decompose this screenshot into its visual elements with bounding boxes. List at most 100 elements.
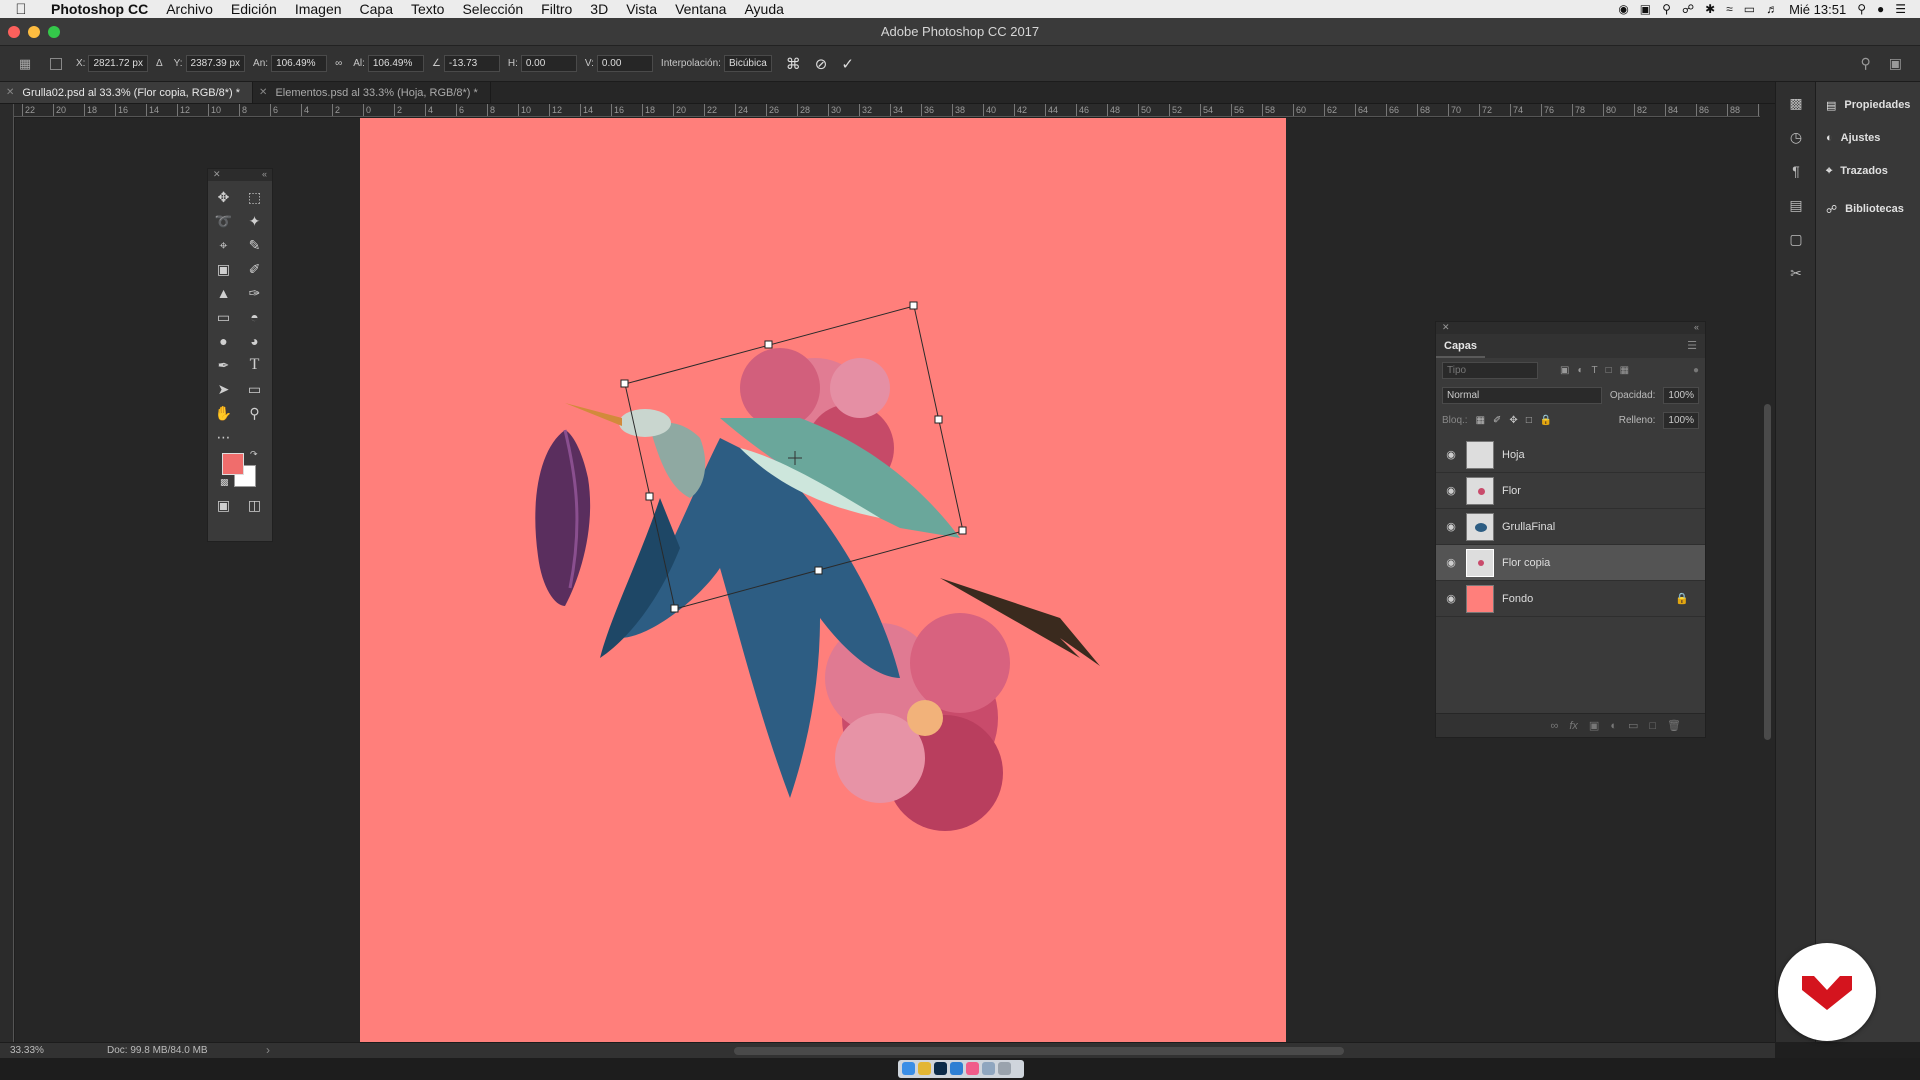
default-colors-icon[interactable]: ▩ <box>220 477 229 488</box>
menu-3d[interactable]: 3D <box>581 0 617 18</box>
commit-transform-icon[interactable]: ✓ <box>841 55 854 73</box>
new-layer-icon[interactable]: □ <box>1649 720 1656 732</box>
close-tab-icon[interactable]: ✕ <box>6 87 14 98</box>
eyedropper-tool-icon[interactable]: ✎ <box>245 235 265 255</box>
layer-style-icon[interactable]: fx <box>1569 720 1578 732</box>
link-icon[interactable]: ∞ <box>335 58 342 69</box>
workspace-icon[interactable]: ▣ <box>1889 55 1902 72</box>
notification-center-icon[interactable]: ☰ <box>1895 2 1906 16</box>
finder-icon[interactable] <box>902 1062 915 1075</box>
filter-type-icon[interactable]: T <box>1592 365 1598 376</box>
stamp-tool-icon[interactable]: ▲ <box>214 283 234 303</box>
blend-mode-select[interactable]: Normal <box>1442 387 1602 404</box>
screen-mode-icon[interactable]: ◫ <box>245 495 265 515</box>
lock-artboard-icon[interactable]: □ <box>1526 415 1532 426</box>
pen-tool-icon[interactable]: ✒ <box>214 355 234 375</box>
zoom-tool-icon[interactable]: ⚲ <box>245 403 265 423</box>
history-brush-tool-icon[interactable]: ✑ <box>245 283 265 303</box>
new-group-icon[interactable]: ▭ <box>1628 719 1638 732</box>
interpolation-select[interactable]: Bicúbica <box>723 55 772 72</box>
frame-tool-icon[interactable]: ▣ <box>214 259 234 279</box>
menu-filtro[interactable]: Filtro <box>532 0 581 18</box>
menu-vista[interactable]: Vista <box>617 0 666 18</box>
collapse-icon[interactable]: « <box>262 169 267 181</box>
close-tab-icon[interactable]: ✕ <box>259 87 267 98</box>
tab-grulla02[interactable]: ✕ Grulla02.psd al 33.3% (Flor copia, RGB… <box>0 82 254 103</box>
vertical-scrollbar[interactable] <box>1760 104 1775 1042</box>
tool-presets-icon[interactable]: ✂ <box>1776 256 1816 290</box>
layer-filter-input[interactable]: Tipo <box>1442 362 1538 379</box>
swap-colors-icon[interactable]: ↷ <box>250 449 258 460</box>
horizontal-scrollbar[interactable] <box>734 1047 1344 1055</box>
menu-imagen[interactable]: Imagen <box>286 0 351 18</box>
type-tool-icon[interactable]: T <box>245 355 265 375</box>
siri-icon[interactable]: ● <box>1877 2 1884 16</box>
menu-ayuda[interactable]: Ayuda <box>735 0 792 18</box>
width-field[interactable]: 106.49% <box>271 55 328 72</box>
rectangle-tool-icon[interactable]: ▭ <box>245 379 265 399</box>
menu-edicion[interactable]: Edición <box>222 0 286 18</box>
layers-panel-header[interactable]: ✕ « <box>1436 322 1705 334</box>
eraser-tool-icon[interactable]: ▭ <box>214 307 234 327</box>
blur-tool-icon[interactable]: ● <box>214 331 234 351</box>
airplay-icon[interactable]: ▭ <box>1744 2 1755 16</box>
reference-point-icon[interactable] <box>50 57 62 70</box>
notes-icon[interactable]: ▢ <box>1776 222 1816 256</box>
adjustment-layer-icon[interactable]: ◐ <box>1610 720 1617 732</box>
transform-tool-icon[interactable]: ▦ <box>0 56 50 72</box>
tools-panel-header[interactable]: ✕ « <box>208 169 272 181</box>
tab-capas[interactable]: Capas <box>1436 334 1486 358</box>
paint-bucket-tool-icon[interactable]: ◓ <box>245 307 265 327</box>
vertical-scroll-thumb[interactable] <box>1764 404 1771 740</box>
filter-smart-object-icon[interactable]: ▦ <box>1620 365 1629 376</box>
visibility-eye-icon[interactable]: ◉ <box>1436 520 1466 533</box>
bluetooth-icon[interactable]: ✱ <box>1705 2 1715 16</box>
add-mask-icon[interactable]: ▣ <box>1589 719 1599 732</box>
app-menu[interactable]: Photoshop CC <box>42 0 157 18</box>
hand-tool-icon[interactable]: ✋ <box>214 403 234 423</box>
filter-shape-icon[interactable]: □ <box>1606 365 1612 376</box>
layer-row-grullafinal[interactable]: ◉ GrullaFinal <box>1436 509 1705 545</box>
history-icon[interactable]: ◷ <box>1776 120 1816 154</box>
library-icon[interactable]: ▤ <box>1776 188 1816 222</box>
height-field[interactable]: 106.49% <box>367 55 424 72</box>
link-layers-icon[interactable]: ∞ <box>1551 720 1559 732</box>
panel-propiedades[interactable]: ▤ Propiedades <box>1816 86 1920 124</box>
histogram-icon[interactable]: ▩ <box>1776 86 1816 120</box>
preview-icon[interactable] <box>982 1062 995 1075</box>
marquee-tool-icon[interactable]: ⬚ <box>245 187 265 207</box>
location-icon[interactable]: ⚲ <box>1662 2 1671 16</box>
lock-all-icon[interactable]: 🔒 <box>1540 415 1552 426</box>
paragraph-icon[interactable]: ¶ <box>1776 154 1816 188</box>
wifi-icon[interactable]: ≈ <box>1726 2 1733 16</box>
lock-position-icon[interactable]: ✥ <box>1509 415 1517 426</box>
status-menu-arrow-icon[interactable]: › <box>266 1043 270 1057</box>
cancel-transform-icon[interactable]: ⊘ <box>815 55 828 73</box>
lock-transparent-icon[interactable]: ▦ <box>1476 415 1485 426</box>
clock[interactable]: Mié 13:51 <box>1789 2 1846 17</box>
delete-layer-icon[interactable]: 🗑 <box>1667 719 1681 732</box>
filter-pixel-icon[interactable]: ▣ <box>1560 365 1569 376</box>
filter-toggle-icon[interactable]: ● <box>1693 365 1699 376</box>
document-info[interactable]: Doc: 99.8 MB/84.0 MB <box>107 1045 208 1056</box>
vskew-field[interactable]: 0.00 <box>596 55 653 72</box>
collapse-icon[interactable]: « <box>1694 322 1699 334</box>
vertical-ruler[interactable] <box>0 104 14 1042</box>
menu-capa[interactable]: Capa <box>351 0 402 18</box>
horizontal-ruler[interactable]: 22 20 18 16 14 12 10 8 6 4 2 0 2 4 6 8 10 12 14 16 18 20 22 24 2… <box>14 104 1760 117</box>
trash-icon[interactable] <box>998 1062 1011 1075</box>
layer-row-hoja[interactable]: ◉ Hoja <box>1436 437 1705 473</box>
layer-row-flor-copia[interactable]: ◉ Flor copia <box>1436 545 1705 581</box>
visibility-eye-icon[interactable]: ◉ <box>1436 592 1466 605</box>
warp-icon[interactable]: ⌘ <box>786 55 801 73</box>
foreground-color-swatch[interactable] <box>222 453 244 475</box>
visibility-eye-icon[interactable]: ◉ <box>1436 556 1466 569</box>
dodge-tool-icon[interactable]: ◕ <box>245 331 265 351</box>
record-icon[interactable]: ◉ <box>1618 2 1628 16</box>
safari-icon[interactable] <box>950 1062 963 1075</box>
more-tools-icon[interactable]: ⋯ <box>214 427 234 447</box>
x-field[interactable]: 2821.72 px <box>88 55 148 72</box>
menu-seleccion[interactable]: Selección <box>453 0 532 18</box>
apple-icon[interactable]:  <box>0 1 42 18</box>
visibility-eye-icon[interactable]: ◉ <box>1436 484 1466 497</box>
